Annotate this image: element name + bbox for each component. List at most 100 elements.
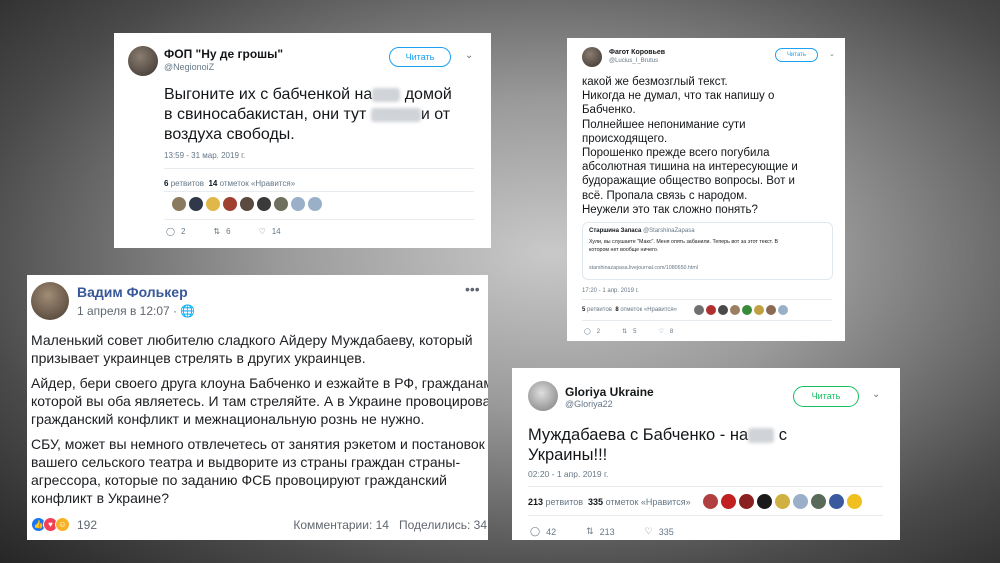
author-handle[interactable]: @NegionoiZ: [164, 62, 214, 72]
tweet-card-2: Фагот Коровьев @Lucius_I_Brutus Читать ⌄…: [567, 38, 845, 341]
author-name[interactable]: ФОП "Ну де грошы": [164, 47, 283, 61]
reply-button[interactable]: ◯ 2: [584, 328, 600, 336]
heart-icon: ♡: [644, 526, 653, 536]
reply-button[interactable]: ◯ 42: [530, 526, 556, 537]
liker-avatar[interactable]: [757, 494, 772, 509]
haha-reaction-icon: ☺: [55, 517, 70, 532]
follow-button[interactable]: Читать: [389, 47, 451, 67]
author-handle[interactable]: @Gloriya22: [565, 399, 613, 409]
avatar[interactable]: [582, 47, 602, 67]
liker-avatar[interactable]: [703, 494, 718, 509]
tweet-text: Муждабаева с Бабченко - на с Украины!!!: [528, 426, 787, 464]
screenshot-collage: { "tweet1": { "name": "ФОП \"Ну де грошы…: [0, 0, 1000, 563]
author-handle[interactable]: @Lucius_I_Brutus: [609, 58, 658, 64]
avatar[interactable]: [128, 46, 158, 76]
tweet-actions: ◯ 2 ⇅ 5 ♡ 8: [584, 328, 673, 336]
avatar[interactable]: [31, 282, 69, 320]
liker-avatar[interactable]: [172, 197, 186, 211]
liker-avatar[interactable]: [754, 305, 764, 315]
reactions-count: 192: [77, 517, 98, 532]
globe-icon: 🌐: [180, 304, 196, 318]
divider: [164, 191, 474, 192]
liker-avatar[interactable]: [793, 494, 808, 509]
tweet-card-3: Gloriya Ukraine @Gloriya22 Читать ⌄ Мужд…: [512, 368, 900, 540]
retweet-icon: ⇅: [622, 329, 628, 335]
tweet-card-1: ФОП "Ну де грошы" @NegionoiZ Читать ⌄ Вы…: [114, 33, 491, 248]
liker-avatar[interactable]: [206, 197, 220, 211]
author-name[interactable]: Фагот Коровьев: [609, 49, 665, 56]
facebook-post-card: Вадим Фолькер 1 апреля в 12:07 · 🌐 ••• М…: [27, 275, 488, 540]
author-name[interactable]: Gloriya Ukraine: [565, 385, 654, 399]
liker-avatar[interactable]: [257, 197, 271, 211]
liker-avatar[interactable]: [730, 305, 740, 315]
liker-avatar[interactable]: [223, 197, 237, 211]
tweet-stats: 6 ретвитов 14 отметок «Нравится»: [164, 179, 296, 188]
blurred-word: [372, 87, 401, 102]
post-paragraph: СБУ, может вы немного отвлечетесь от зан…: [31, 436, 485, 506]
liker-avatar[interactable]: [291, 197, 305, 211]
retweet-button[interactable]: ⇅ 6: [213, 227, 230, 236]
like-button[interactable]: ♡ 8: [658, 328, 673, 336]
liker-avatars: [172, 197, 322, 211]
post-date[interactable]: 1 апреля в 12:07 · 🌐: [77, 304, 195, 318]
liker-avatars: [703, 494, 862, 509]
like-button[interactable]: ♡ 335: [645, 526, 674, 537]
like-button[interactable]: ♡ 14: [259, 227, 281, 236]
blurred-word: [370, 107, 421, 122]
liker-avatar[interactable]: [811, 494, 826, 509]
divider: [528, 515, 883, 516]
tweet-text: Выгоните их с бабченкой на домой в свино…: [164, 86, 452, 143]
liker-avatar[interactable]: [775, 494, 790, 509]
liker-avatar[interactable]: [721, 494, 736, 509]
reply-button[interactable]: ◯ 2: [166, 227, 185, 236]
reply-icon: ◯: [530, 526, 541, 536]
heart-icon: ♡: [658, 329, 664, 335]
retweet-button[interactable]: ⇅ 5: [622, 328, 636, 336]
liker-avatar[interactable]: [739, 494, 754, 509]
author-name[interactable]: Вадим Фолькер: [77, 284, 188, 300]
follow-button[interactable]: Читать: [793, 386, 859, 407]
liker-avatar[interactable]: [847, 494, 862, 509]
more-options-icon[interactable]: •••: [465, 281, 480, 297]
chevron-down-icon[interactable]: ⌄: [872, 389, 880, 400]
tweet-timestamp[interactable]: 17:20 - 1 апр. 2019 г.: [582, 288, 639, 294]
liker-avatar[interactable]: [778, 305, 788, 315]
blurred-word: [748, 428, 775, 444]
chevron-down-icon[interactable]: ⌄: [829, 50, 835, 58]
tweet-timestamp[interactable]: 13:59 - 31 мар. 2019 г.: [164, 151, 245, 160]
reply-icon: ◯: [584, 329, 591, 335]
tweet-actions: ◯ 42 ⇅ 213 ♡ 335: [530, 526, 674, 537]
liker-avatar[interactable]: [766, 305, 776, 315]
liker-avatar[interactable]: [240, 197, 254, 211]
liker-avatar[interactable]: [718, 305, 728, 315]
liker-avatar[interactable]: [308, 197, 322, 211]
divider: [164, 168, 474, 169]
divider: [528, 486, 883, 487]
divider: [582, 320, 832, 321]
reply-icon: ◯: [166, 227, 175, 236]
retweet-button[interactable]: ⇅ 213: [586, 526, 615, 537]
reactions-summary[interactable]: 👍 ♥ ☺ 192: [31, 517, 97, 532]
liker-avatar[interactable]: [694, 305, 704, 315]
heart-icon: ♡: [258, 227, 266, 236]
tweet-stats: 213 ретвитов 335 отметок «Нравится»: [528, 497, 691, 507]
liker-avatar[interactable]: [274, 197, 288, 211]
liker-avatar[interactable]: [829, 494, 844, 509]
tweet-timestamp[interactable]: 02:20 - 1 апр. 2019 г.: [528, 469, 608, 479]
liker-avatars: [694, 305, 788, 315]
liker-avatar[interactable]: [189, 197, 203, 211]
tweet-stats: 5 ретвитов 8 отметок «Нравится»: [582, 307, 678, 313]
quoted-author: Старшина Запаса @StarshinaZapasa: [589, 228, 695, 234]
liker-avatar[interactable]: [742, 305, 752, 315]
tweet-actions: ◯ 2 ⇅ 6 ♡ 14: [166, 227, 281, 236]
quoted-tweet[interactable]: Старшина Запаса @StarshinaZapasa Хули, в…: [582, 222, 833, 280]
liker-avatar[interactable]: [706, 305, 716, 315]
quoted-link[interactable]: starshinazapasa.livejournal.com/1080650.…: [589, 265, 698, 271]
chevron-down-icon[interactable]: ⌄: [465, 50, 473, 61]
post-stats[interactable]: Комментарии: 14 Поделились: 34: [293, 518, 487, 532]
quoted-text: Хули, вы слушаете "Макс". Меня опять заб…: [589, 239, 778, 253]
divider: [582, 299, 832, 300]
follow-button[interactable]: Читать: [775, 48, 818, 62]
retweet-icon: ⇅: [586, 526, 594, 536]
avatar[interactable]: [528, 381, 558, 411]
